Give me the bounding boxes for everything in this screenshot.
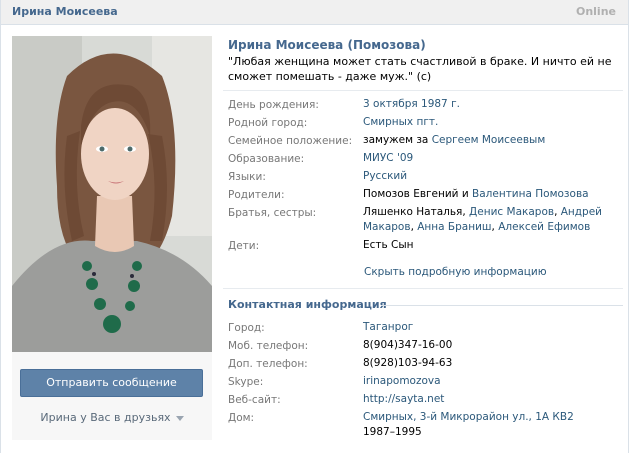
sibling-link[interactable]: Алексей Ефимов <box>498 221 590 233</box>
parents-value: Помозов Евгений и Валентина Помозова <box>363 187 589 202</box>
parent-1: Помозов Евгений <box>363 188 459 200</box>
online-status: Online <box>575 5 616 18</box>
siblings-label: Братья, сестры: <box>228 207 317 219</box>
relationship-label: Семейное положение: <box>228 135 353 147</box>
parents-and: и <box>458 188 473 200</box>
parent-2-link[interactable]: Валентина Помозова <box>472 188 589 200</box>
siblings-value: Ляшенко Наталья, Денис Макаров, Андрей М… <box>363 206 603 233</box>
chevron-down-icon <box>175 415 184 421</box>
divider <box>223 90 623 91</box>
sibling-link[interactable]: Денис Макаров <box>469 206 554 218</box>
hometown-value[interactable]: Смирных пгт. <box>363 115 438 130</box>
profile-photo[interactable] <box>12 36 212 352</box>
city-value[interactable]: Таганрог <box>363 320 413 335</box>
languages-label: Языки: <box>228 171 266 183</box>
header-name[interactable]: Ирина Моисеева <box>12 5 118 18</box>
mobile-label: Моб. телефон: <box>228 340 309 352</box>
parents-label: Родители: <box>228 189 285 201</box>
relationship-prefix: замужем за <box>363 134 432 146</box>
extra-phone-label: Доп. телефон: <box>228 358 308 370</box>
website-label: Веб-сайт: <box>228 394 281 406</box>
send-message-button[interactable]: Отправить сообщение <box>20 369 203 397</box>
mobile-value: 8(904)347-16-00 <box>363 339 453 351</box>
languages-value[interactable]: Русский <box>363 169 407 184</box>
city-label: Город: <box>228 322 265 334</box>
page-title: Ирина Моисеева (Помозова) <box>228 38 426 52</box>
status-text: "Любая женщина может стать счастливой в … <box>228 55 612 83</box>
sibling-link[interactable]: Анна Браниш <box>417 221 491 233</box>
divider <box>223 288 623 289</box>
friends-status[interactable]: Ирина у Вас в друзьях <box>12 411 212 424</box>
home-address-link[interactable]: Смирных, 3-й Микрорайон ул., 1А КВ2 <box>363 410 618 425</box>
home-label: Дом: <box>228 412 255 424</box>
hide-details-link[interactable]: Скрыть подробную информацию <box>364 266 547 278</box>
contacts-section-title: Контактная информация <box>228 298 387 311</box>
skype-label: Skype: <box>228 376 264 388</box>
profile-page: Ирина Моисеева Online Отправить сообщени… <box>0 0 629 453</box>
education-label: Образование: <box>228 153 305 165</box>
education-value[interactable]: МИУС '09 <box>363 151 413 166</box>
hometown-label: Родной город: <box>228 117 308 129</box>
spouse-link[interactable]: Сергеем Моисеевым <box>432 134 546 146</box>
extra-phone-value: 8(928)103-94-63 <box>363 357 453 369</box>
friends-status-label: Ирина у Вас в друзьях <box>40 411 171 424</box>
children-value: Есть Сын <box>363 239 414 251</box>
relationship-value: замужем за Сергеем Моисеевым <box>363 133 545 148</box>
top-bar: Ирина Моисеева Online <box>1 0 628 25</box>
divider <box>381 305 623 306</box>
birthday-value[interactable]: 3 октября 1987 г. <box>363 97 460 112</box>
home-years: 1987–1995 <box>363 426 422 438</box>
skype-value[interactable]: irinapomozova <box>363 374 441 389</box>
left-column: Отправить сообщение Ирина у Вас в друзья… <box>12 36 212 440</box>
sibling: Ляшенко Наталья <box>363 206 463 218</box>
profile-photo-image <box>12 36 212 352</box>
home-value: Смирных, 3-й Микрорайон ул., 1А КВ2 1987… <box>363 410 618 440</box>
birthday-label: День рождения: <box>228 99 319 111</box>
children-label: Дети: <box>228 240 260 252</box>
website-link[interactable]: http://sayta.net <box>363 392 444 407</box>
